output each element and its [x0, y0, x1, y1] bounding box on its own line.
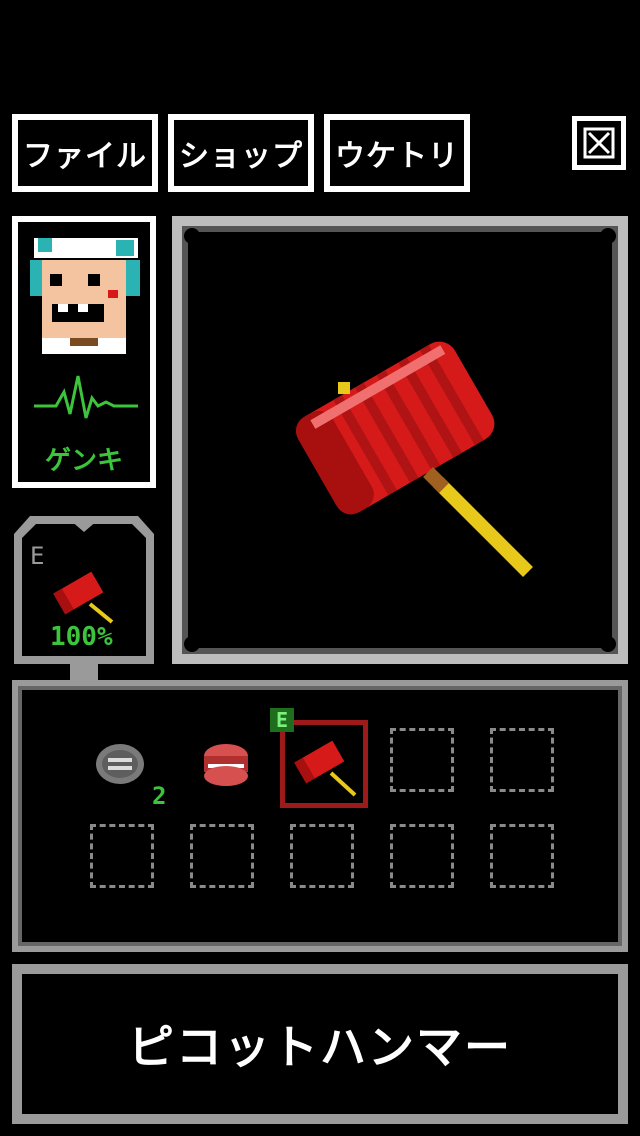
heartbeat-icon: [34, 375, 138, 419]
rivet-icon: [600, 228, 616, 244]
item-name-panel: ピコットハンマー: [12, 964, 628, 1124]
equipped-badge: E: [270, 708, 294, 732]
coin-icon: [96, 744, 144, 784]
hammer-icon: [294, 740, 357, 797]
inventory-panel: 2 E: [12, 680, 628, 952]
chatter-teeth-icon: [204, 744, 248, 786]
inventory-slot-selected[interactable]: [280, 720, 368, 808]
inventory-slot-empty[interactable]: [390, 728, 454, 792]
durability-label: 100%: [50, 622, 113, 652]
item-name: ピコットハンマー: [22, 974, 618, 1114]
inventory-slot[interactable]: [190, 734, 270, 810]
file-button-label: ファイル: [18, 120, 152, 186]
inventory-slot-empty[interactable]: [90, 824, 154, 888]
character-portrait-panel: ゲンキ: [12, 216, 156, 488]
inventory-slot-empty[interactable]: [290, 824, 354, 888]
inventory-slot[interactable]: 2: [90, 734, 170, 810]
equipped-item-slot[interactable]: E 100%: [12, 512, 156, 688]
rivet-icon: [600, 636, 616, 652]
inventory-slot-empty[interactable]: [490, 824, 554, 888]
file-button[interactable]: ファイル: [12, 114, 158, 192]
close-button[interactable]: [572, 116, 626, 170]
rivet-icon: [184, 636, 200, 652]
receive-button[interactable]: ウケトリ: [324, 114, 470, 192]
close-icon: [583, 127, 615, 159]
item-count: 2: [152, 782, 167, 810]
hammer-icon: [53, 571, 114, 624]
status-label: ゲンキ: [44, 446, 123, 476]
inventory-slot-empty[interactable]: [190, 824, 254, 888]
equipped-marker: E: [30, 542, 45, 570]
inventory-slot-empty[interactable]: [390, 824, 454, 888]
large-hammer-icon: [295, 341, 533, 577]
inventory-slot-empty[interactable]: [490, 728, 554, 792]
character-face: [26, 230, 146, 358]
receive-button-label: ウケトリ: [330, 120, 464, 186]
rivet-icon: [184, 228, 200, 244]
shop-button[interactable]: ショップ: [168, 114, 314, 192]
item-viewer: [172, 216, 628, 664]
shop-button-label: ショップ: [174, 120, 308, 186]
